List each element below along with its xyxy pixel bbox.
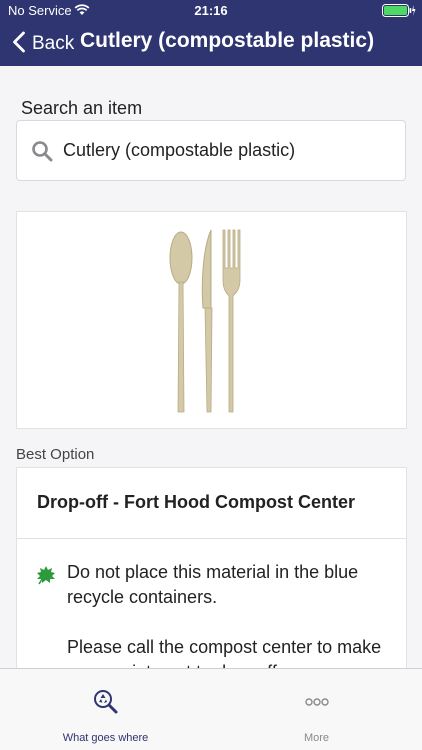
item-image-card: [16, 211, 407, 429]
battery-icon: [382, 4, 416, 20]
search-input[interactable]: Cutlery (compostable plastic): [16, 120, 406, 181]
page-title: Cutlery (compostable plastic): [80, 29, 375, 52]
divider: [17, 538, 406, 539]
back-label: Back: [32, 33, 75, 54]
more-icon: [211, 689, 422, 715]
chevron-left-icon: [12, 31, 26, 58]
tab-what-goes-where[interactable]: What goes where: [0, 669, 211, 750]
instruction-paragraph: Do not place this material in the blue r…: [67, 562, 359, 607]
status-bar: No Service 21:16: [0, 0, 422, 22]
best-option-label: Best Option: [16, 446, 95, 463]
tab-label: More: [303, 732, 330, 744]
cutlery-image: [169, 229, 241, 413]
option-title: Drop-off - Fort Hood Compost Center: [37, 492, 355, 512]
search-value: Cutlery (compostable plastic): [63, 140, 296, 160]
search-label: Search an item: [21, 98, 143, 118]
navigation-bar: Back Cutlery (compostable plastic): [0, 22, 422, 66]
tab-bar: What goes where More: [0, 668, 422, 750]
clock: 21:16: [194, 3, 228, 18]
header: No Service 21:16 Back Cutlery (compostab…: [0, 0, 422, 66]
back-button[interactable]: Back: [12, 30, 74, 58]
tab-label: What goes where: [62, 732, 149, 744]
leaf-icon: [37, 566, 55, 585]
search-icon: [31, 140, 53, 162]
tab-more[interactable]: More: [211, 669, 422, 750]
recycle-search-icon: [0, 689, 211, 715]
